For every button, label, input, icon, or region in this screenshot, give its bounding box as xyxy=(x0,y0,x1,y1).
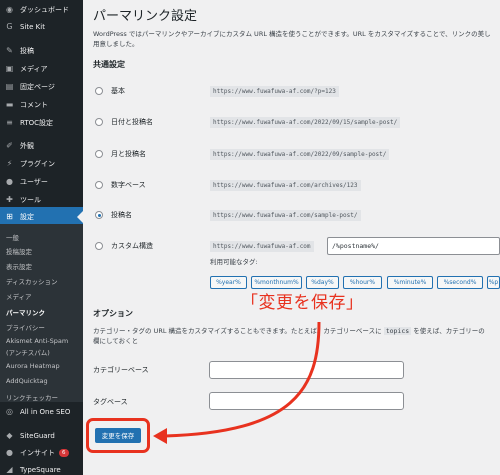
pin-icon: ✎ xyxy=(6,46,13,55)
submenu-general[interactable]: 一般 xyxy=(6,232,19,242)
example-plain: https://www.fuwafuwa-af.com/?p=123 xyxy=(210,86,339,97)
user-icon: ● xyxy=(6,177,13,186)
submenu-akismet-sub[interactable]: (アンチスパム) xyxy=(6,347,50,357)
submenu-reading[interactable]: 表示設定 xyxy=(6,261,32,271)
insight-badge: 6 xyxy=(59,448,69,457)
seo-icon: ◎ xyxy=(6,407,13,416)
page-title: パーマリンク設定 xyxy=(93,9,198,24)
example-post-name: https://www.fuwafuwa-af.com/sample-post/ xyxy=(210,210,361,221)
example-month-name: https://www.fuwafuwa-af.com/2022/09/samp… xyxy=(210,149,390,160)
insight-icon: ● xyxy=(6,448,13,457)
comment-icon: ▬ xyxy=(5,100,14,109)
example-numeric: https://www.fuwafuwa-af.com/archives/123 xyxy=(210,180,361,191)
category-base-label: カテゴリーベース xyxy=(93,366,149,374)
menu-item-typesquare[interactable]: ◢ TypeSquare xyxy=(0,461,83,475)
radio-button[interactable] xyxy=(95,242,103,250)
example-custom-prefix: https://www.fuwafuwa-af.com xyxy=(210,241,314,252)
example-day-name: https://www.fuwafuwa-af.com/2022/09/15/s… xyxy=(210,117,401,128)
radio-button[interactable] xyxy=(95,87,103,95)
submenu-privacy[interactable]: プライバシー xyxy=(6,322,45,332)
category-base-input[interactable] xyxy=(209,361,404,379)
settings-icon: ⊞ xyxy=(6,212,13,221)
submenu-addquicktag[interactable]: AddQuicktag xyxy=(6,377,48,385)
admin-sidebar: ◉ ダッシュボード G Site Kit ✎ 投稿 ▣ メディア ▤ 固定ページ ▬ コメン… xyxy=(0,0,83,475)
menu-item-users[interactable]: ● ユーザー xyxy=(0,173,83,190)
menu-item-tools[interactable]: ✚ ツール xyxy=(0,191,83,208)
options-description: カテゴリー・タグの URL 構造をカスタマイズすることもできます。たとえば、カテ… xyxy=(93,327,485,345)
common-settings-heading: 共通設定 xyxy=(93,60,125,69)
main-content: パーマリンク設定 WordPress ではパーマリンクやアーカイブにカスタム U… xyxy=(83,0,500,475)
option-day-name[interactable]: 日付と投稿名 xyxy=(95,116,153,128)
menu-item-plugins[interactable]: ⚡ プラグイン xyxy=(0,155,83,172)
options-heading: オプション xyxy=(93,309,133,318)
page-icon: ▤ xyxy=(5,82,14,91)
available-tags-label: 利用可能なタグ: xyxy=(210,258,258,266)
option-numeric[interactable]: 数字ベース xyxy=(95,179,146,191)
tag-base-label: タグベース xyxy=(93,398,128,406)
menu-item-siteguard[interactable]: ◆ SiteGuard xyxy=(0,427,83,444)
menu-item-media[interactable]: ▣ メディア xyxy=(0,60,83,77)
plugin-icon: ⚡ xyxy=(6,159,13,168)
intro-text: WordPress ではパーマリンクやアーカイブにカスタム URL 構造を使うこ… xyxy=(93,30,491,48)
option-post-name[interactable]: 投稿名 xyxy=(95,209,132,221)
submenu-akismet[interactable]: Akismet Anti-Spam xyxy=(6,337,68,345)
radio-button-selected[interactable] xyxy=(95,211,103,219)
menu-item-dashboard[interactable]: ◉ ダッシュボード xyxy=(0,1,83,18)
menu-item-posts[interactable]: ✎ 投稿 xyxy=(0,42,83,59)
tag-base-input[interactable] xyxy=(209,392,404,410)
custom-structure-input[interactable]: /%postname%/ xyxy=(327,237,500,255)
radio-button[interactable] xyxy=(95,181,103,189)
menu-item-sitekit[interactable]: G Site Kit xyxy=(0,18,83,35)
sitekit-icon: G xyxy=(6,22,13,31)
submenu-media[interactable]: メディア xyxy=(6,291,32,301)
submenu-writing[interactable]: 投稿設定 xyxy=(6,246,32,256)
brush-icon: ✐ xyxy=(6,141,13,150)
settings-submenu: 一般 投稿設定 表示設定 ディスカッション メディア パーマリンク プライバシー… xyxy=(0,224,83,402)
option-custom[interactable]: カスタム構造 xyxy=(95,240,153,252)
topics-code: topics xyxy=(383,327,412,335)
type-icon: ◢ xyxy=(6,465,13,474)
menu-item-appearance[interactable]: ✐ 外観 xyxy=(0,137,83,154)
option-plain[interactable]: 基本 xyxy=(95,85,125,97)
menu-item-comments[interactable]: ▬ コメント xyxy=(0,96,83,113)
submenu-link-checker[interactable]: リンクチェッカー xyxy=(6,392,58,402)
annotation-label: 「変更を保存」 xyxy=(241,293,364,313)
dashboard-icon: ◉ xyxy=(6,5,13,14)
option-month-name[interactable]: 月と投稿名 xyxy=(95,148,146,160)
media-icon: ▣ xyxy=(5,64,14,73)
wrench-icon: ✚ xyxy=(6,195,13,204)
save-changes-button[interactable]: 変更を保存 xyxy=(95,428,141,443)
submenu-discussion[interactable]: ディスカッション xyxy=(6,276,58,286)
menu-item-insight[interactable]: ● インサイト 6 xyxy=(0,444,83,461)
menu-item-pages[interactable]: ▤ 固定ページ xyxy=(0,78,83,95)
tag-button-truncated[interactable]: %p xyxy=(487,276,500,289)
radio-button[interactable] xyxy=(95,150,103,158)
list-icon: ≡ xyxy=(6,118,13,127)
menu-item-rtoc[interactable]: ≡ RTOC設定 xyxy=(0,114,83,131)
menu-item-aioseo[interactable]: ◎ All in One SEO xyxy=(0,403,83,420)
shield-icon: ◆ xyxy=(6,431,13,440)
submenu-aurora-heatmap[interactable]: Aurora Heatmap xyxy=(6,362,60,370)
submenu-permalink[interactable]: パーマリンク xyxy=(6,307,45,317)
tag-button-second[interactable]: %second% xyxy=(437,276,483,289)
tag-button-minute[interactable]: %minute% xyxy=(387,276,433,289)
radio-button[interactable] xyxy=(95,118,103,126)
